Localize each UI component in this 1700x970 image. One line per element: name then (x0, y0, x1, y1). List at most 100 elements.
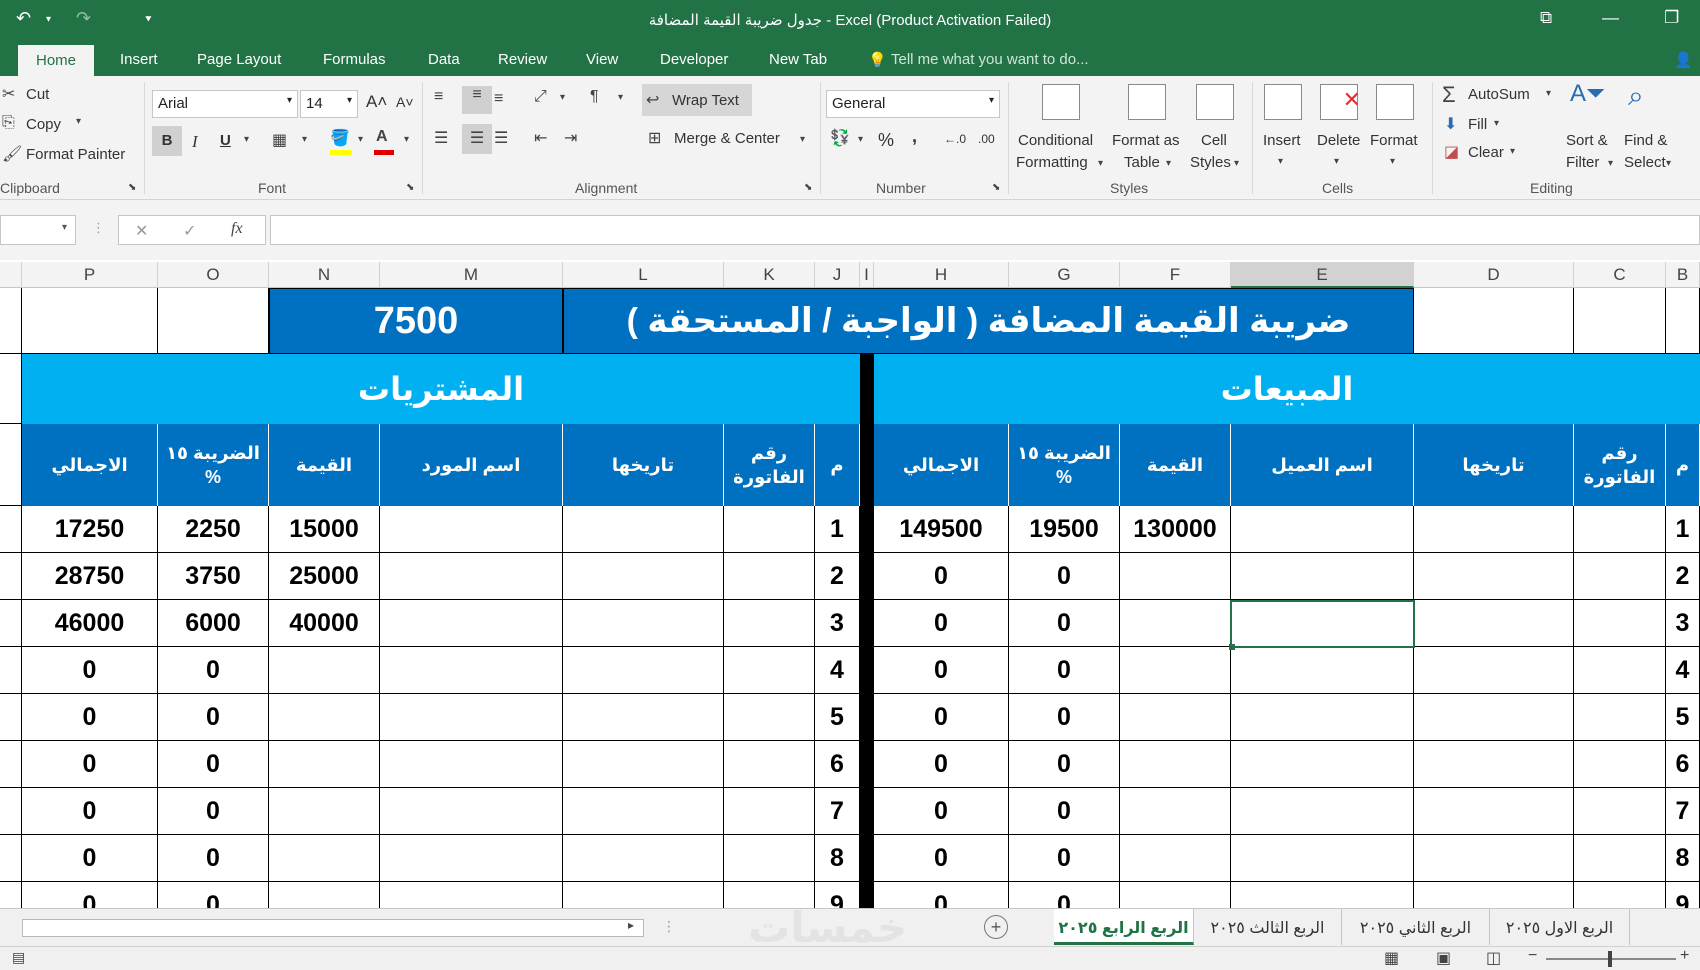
purchases-tax-cell[interactable]: 0 (158, 694, 269, 741)
sales-date-cell[interactable] (1414, 694, 1574, 741)
sales-invoice-cell[interactable] (1574, 553, 1666, 600)
cell[interactable] (0, 741, 22, 788)
purchases-value-cell[interactable] (269, 694, 380, 741)
purchases-total-cell[interactable]: 0 (22, 741, 158, 788)
sales-customer-cell[interactable] (1231, 694, 1414, 741)
purchases-supplier-cell[interactable] (380, 882, 563, 908)
sales-invoice-cell[interactable] (1574, 647, 1666, 694)
sales-tax-cell[interactable]: 0 (1009, 882, 1120, 908)
purchases-tax-cell[interactable]: 0 (158, 835, 269, 882)
sales-title[interactable]: المبيعات (874, 354, 1700, 424)
col-header-m[interactable]: M (380, 262, 563, 288)
fill-dropdown-icon[interactable]: ▾ (1494, 118, 1499, 129)
sales-col-value[interactable]: القيمة (1120, 424, 1231, 506)
font-name-select[interactable]: Arial ▾ (152, 90, 298, 118)
scroll-right-icon[interactable]: ▸ (628, 918, 634, 932)
cell[interactable] (0, 600, 22, 647)
sales-value-cell[interactable] (1120, 788, 1231, 835)
sales-index-cell[interactable]: 5 (1666, 694, 1700, 741)
font-launcher-icon[interactable]: ⬊ (406, 182, 414, 193)
sales-invoice-cell[interactable] (1574, 506, 1666, 553)
cell[interactable] (0, 354, 22, 424)
purchases-date-cell[interactable] (563, 647, 724, 694)
borders-dropdown-icon[interactable]: ▾ (302, 134, 307, 145)
format-cells-button[interactable]: Format (1370, 132, 1418, 149)
purchases-supplier-cell[interactable] (380, 553, 563, 600)
text-direction-icon[interactable]: ¶ (590, 88, 599, 106)
sort-filter-button[interactable]: Sort & (1566, 132, 1608, 149)
purchases-total-cell[interactable]: 0 (22, 835, 158, 882)
purchases-total-cell[interactable]: 28750 (22, 553, 158, 600)
sales-date-cell[interactable] (1414, 647, 1574, 694)
format-painter-button[interactable]: Format Painter (26, 146, 125, 163)
sales-invoice-cell[interactable] (1574, 600, 1666, 647)
purchases-col-total[interactable]: الاجمالي (22, 424, 158, 506)
sales-date-cell[interactable] (1414, 741, 1574, 788)
purchases-index-cell[interactable]: 4 (815, 647, 860, 694)
sales-date-cell[interactable] (1414, 788, 1574, 835)
purchases-invoice-cell[interactable] (724, 647, 815, 694)
purchases-value-cell[interactable]: 25000 (269, 553, 380, 600)
col-header-g[interactable]: G (1009, 262, 1120, 288)
sales-tax-cell[interactable]: 0 (1009, 741, 1120, 788)
currency-dropdown-icon[interactable]: ▾ (858, 134, 863, 145)
number-launcher-icon[interactable]: ⬊ (992, 182, 1000, 193)
macro-record-icon[interactable]: ▤ (12, 949, 25, 966)
sales-tax-cell[interactable]: 0 (1009, 788, 1120, 835)
sales-customer-cell[interactable] (1231, 788, 1414, 835)
zoom-slider-thumb[interactable] (1608, 951, 1612, 967)
sheet-tab-q3[interactable]: الربع الثالث ٢٠٢٥ (1194, 909, 1342, 945)
align-center-icon[interactable]: ☰ (462, 124, 492, 154)
col-header-h[interactable]: H (874, 262, 1009, 288)
sales-date-cell[interactable] (1414, 835, 1574, 882)
sales-col-index[interactable]: م (1666, 424, 1700, 506)
purchases-col-supplier[interactable]: اسم المورد (380, 424, 563, 506)
header-title-cell[interactable]: ضريبة القيمة المضافة ( الواجبة / المستحق… (563, 288, 1414, 354)
orientation-dropdown-icon[interactable]: ▾ (560, 92, 565, 103)
sales-value-cell[interactable] (1120, 835, 1231, 882)
col-header-b[interactable]: B (1666, 262, 1700, 288)
page-layout-view-icon[interactable]: ▣ (1436, 948, 1451, 968)
autosum-button[interactable]: AutoSum (1468, 86, 1530, 103)
col-header-p[interactable]: P (22, 262, 158, 288)
cell-styles-button[interactable]: Cell (1201, 132, 1227, 149)
grow-font-button[interactable]: A˄ (366, 92, 387, 112)
tab-new-tab[interactable]: New Tab (769, 51, 827, 68)
percent-button[interactable]: % (878, 130, 894, 151)
purchases-invoice-cell[interactable] (724, 788, 815, 835)
purchases-total-cell[interactable]: 0 (22, 882, 158, 908)
normal-view-icon[interactable]: ▦ (1384, 948, 1399, 968)
purchases-value-cell[interactable]: 15000 (269, 506, 380, 553)
sales-col-total[interactable]: الاجمالي (874, 424, 1009, 506)
purchases-date-cell[interactable] (563, 835, 724, 882)
font-color-dropdown-icon[interactable]: ▾ (404, 134, 409, 145)
purchases-value-cell[interactable] (269, 788, 380, 835)
sales-value-cell[interactable] (1120, 600, 1231, 647)
sales-date-cell[interactable] (1414, 882, 1574, 908)
purchases-col-index[interactable]: م (815, 424, 860, 506)
clipboard-launcher-icon[interactable]: ⬊ (128, 182, 136, 193)
maximize-icon[interactable]: ❐ (1664, 8, 1679, 28)
purchases-col-invoice[interactable]: رقم الفاتورة (724, 424, 815, 506)
cell[interactable] (0, 553, 22, 600)
sales-value-cell[interactable] (1120, 741, 1231, 788)
drag-handle-icon[interactable]: ⋮ (92, 220, 105, 236)
sales-index-cell[interactable]: 8 (1666, 835, 1700, 882)
col-header-l[interactable]: L (563, 262, 724, 288)
bold-button[interactable]: B (152, 126, 182, 156)
sales-index-cell[interactable]: 6 (1666, 741, 1700, 788)
purchases-date-cell[interactable] (563, 882, 724, 908)
purchases-tax-cell[interactable]: 2250 (158, 506, 269, 553)
purchases-date-cell[interactable] (563, 788, 724, 835)
purchases-date-cell[interactable] (563, 694, 724, 741)
purchases-index-cell[interactable]: 8 (815, 835, 860, 882)
find-select-button[interactable]: Find & (1624, 132, 1667, 149)
tell-me-search[interactable]: Tell me what you want to do... (891, 51, 1089, 68)
tab-data[interactable]: Data (428, 51, 460, 68)
cell[interactable] (0, 694, 22, 741)
sales-index-cell[interactable]: 3 (1666, 600, 1700, 647)
borders-icon[interactable]: ▦ (272, 130, 287, 150)
fill-color-dropdown-icon[interactable]: ▾ (358, 134, 363, 145)
cell[interactable] (0, 835, 22, 882)
worksheet-grid[interactable]: 7500 ضريبة القيمة المضافة ( الواجبة / ال… (0, 288, 1700, 908)
